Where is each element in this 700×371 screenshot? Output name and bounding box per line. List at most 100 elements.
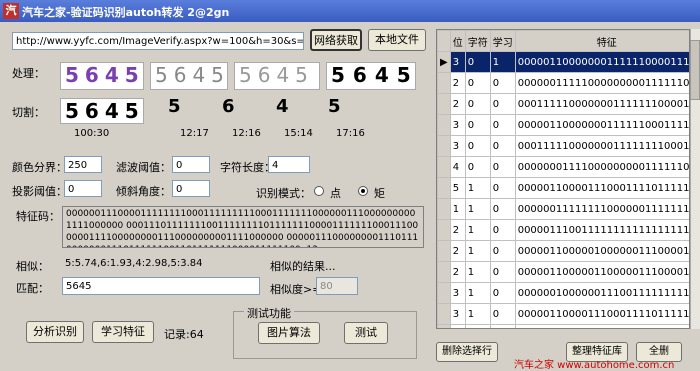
table-cell: 1 — [449, 198, 466, 220]
table-cell: 1 — [464, 324, 491, 328]
row-indicator: ▶ — [437, 51, 451, 73]
segment-2: 6 — [222, 96, 235, 117]
local-file-button[interactable]: 本地文件 — [368, 29, 426, 51]
table-cell: 1 — [464, 198, 491, 220]
filter-thresh-label: 滤波阈值： — [116, 161, 171, 174]
table-cell: 0 — [489, 324, 516, 328]
table-cell: 2 — [449, 219, 466, 241]
table-cell: 2 — [449, 261, 466, 283]
cut-label: 切割： — [12, 106, 45, 119]
learn-button[interactable]: 学习特征 — [92, 321, 154, 343]
table-row[interactable]: 2 1 0 0000011000001100000111000011 — [437, 261, 689, 283]
table-row[interactable]: 3 1 0 0000001000000111001111111111 — [437, 282, 689, 304]
table-cell: 3 — [449, 135, 466, 157]
grid-header-1[interactable]: 位 — [449, 30, 466, 52]
row-indicator — [437, 261, 451, 283]
table-row[interactable]: 1 1 0 0000001111111100000011111111 — [437, 198, 689, 220]
table-cell: 3 — [449, 51, 466, 73]
feature-grid[interactable]: 位字符 学习 特征 ▶ 3 0 1 0000011000000011111100001111… — [436, 29, 690, 329]
table-row[interactable]: 3 0 0 0001111100000001111111100011 — [437, 135, 689, 157]
table-cell: 0 — [464, 156, 491, 178]
table-row[interactable]: 5 1 0 0000011000011100011110111111 — [437, 177, 689, 199]
segment-1: 5 — [168, 96, 181, 117]
table-cell: 0000011000011100011110111111 — [514, 177, 689, 199]
row-indicator — [437, 282, 451, 304]
table-cell: 1 — [489, 51, 516, 73]
time-4: 17:16 — [336, 128, 365, 139]
char-len-input[interactable]: 4 — [268, 156, 310, 173]
table-cell: 1 — [464, 177, 491, 199]
table-cell: 3 — [449, 114, 466, 136]
test-button[interactable]: 测试 — [344, 322, 388, 344]
process-label: 处理： — [12, 67, 45, 80]
net-fetch-button[interactable]: 网络获取 — [310, 29, 362, 51]
table-row[interactable]: ▶ 3 0 1 0000011000000011111100001111 — [437, 51, 689, 73]
records-count: 记录:64 — [164, 328, 204, 341]
table-cell: 1 — [464, 261, 491, 283]
grid-header-2[interactable]: 字符 — [464, 30, 491, 52]
time-2: 12:16 — [232, 128, 261, 139]
color-thresh-input[interactable]: 250 — [64, 156, 102, 173]
table-cell: 0 — [489, 219, 516, 241]
table-row[interactable]: 3 0 0 0000011000000011111100011111 — [437, 114, 689, 136]
table-cell: 0 — [464, 114, 491, 136]
table-cell: 0000011000000011111100001111 — [514, 51, 689, 73]
table-cell: 5 — [449, 177, 466, 199]
table-cell: 3 — [449, 303, 466, 325]
table-row[interactable]: 2 0 0 0001111100000001111111000011 — [437, 93, 689, 115]
similar-result-label: 相似的结果... — [270, 260, 336, 273]
title-bar: 汽 汽车之家-验证码识别autoh转发 2@2gn — [0, 0, 700, 22]
table-row[interactable]: 2 0 0 0000001111100000000011111100 — [437, 72, 689, 94]
table-cell: 0 — [489, 93, 516, 115]
captcha-gray-2: 5645 — [234, 62, 320, 90]
captcha-gray-1: 5645 — [150, 62, 228, 90]
table-cell: 0000001111100000000011111100 — [514, 72, 689, 94]
grid-scroll-thumb[interactable] — [690, 40, 700, 100]
table-row[interactable]: 3100001100000001100000011110000 — [437, 324, 689, 328]
table-row[interactable]: 2 1 0 0000011000001000000111000011 — [437, 240, 689, 262]
table-cell: 0 — [489, 156, 516, 178]
grid-header-4[interactable]: 特征 — [514, 30, 689, 52]
table-cell: 0 — [489, 114, 516, 136]
table-cell: 0000011000001100000111000011 — [514, 261, 689, 283]
row-indicator — [437, 324, 451, 328]
similarity-ge-input[interactable]: 80 — [316, 277, 358, 295]
similar-label: 相似： — [16, 260, 49, 273]
row-indicator — [437, 135, 451, 157]
row-indicator — [437, 198, 451, 220]
tilt-input[interactable]: 0 — [172, 180, 210, 197]
mode-dot-radio[interactable] — [314, 186, 324, 196]
filter-thresh-input[interactable]: 0 — [172, 156, 210, 173]
captcha-cut: 5645 — [60, 98, 144, 124]
mode-label: 识别模式： — [256, 187, 311, 200]
mode-rect-radio[interactable] — [358, 186, 368, 196]
mode-rect-label: 矩 — [374, 187, 385, 200]
time-0: 100:30 — [74, 128, 110, 139]
color-thresh-label: 颜色分界： — [12, 161, 67, 174]
table-cell: 0 — [464, 72, 491, 94]
table-cell: 0000011100111111111111111111 — [514, 219, 689, 241]
captcha-original: 5645 — [60, 62, 144, 90]
table-row[interactable]: 4 0 0 0000000111100000000011111100 — [437, 156, 689, 178]
row-indicator — [437, 177, 451, 199]
proj-thresh-input[interactable]: 0 — [64, 180, 102, 197]
grid-header-0[interactable] — [437, 30, 451, 52]
table-row[interactable]: 3 1 0 0000011000011100011110111111 — [437, 303, 689, 325]
segment-4: 5 — [328, 96, 341, 117]
grid-header-3[interactable]: 学习 — [489, 30, 516, 52]
table-cell: 0 — [489, 303, 516, 325]
table-cell: 3 — [449, 324, 466, 328]
match-input[interactable]: 5645 — [62, 277, 260, 295]
char-len-label: 字符长度： — [220, 161, 275, 174]
feature-code-field[interactable]: 0000001110000111111110001111111110001111… — [62, 206, 424, 248]
tilt-label: 倾斜角度： — [116, 185, 171, 198]
row-indicator — [437, 240, 451, 262]
table-cell: 2 — [449, 240, 466, 262]
table-row[interactable]: 2 1 0 0000011100111111111111111111 — [437, 219, 689, 241]
delete-row-button[interactable]: 删除选择行 — [436, 342, 498, 362]
table-cell: 0 — [464, 51, 491, 73]
image-algo-button[interactable]: 图片算法 — [258, 322, 320, 344]
analyze-button[interactable]: 分析识别 — [26, 321, 84, 343]
window-title: 汽车之家-验证码识别autoh转发 2@2gn — [22, 6, 230, 19]
url-input[interactable]: http://www.yyfc.com/ImageVerify.aspx?w=1… — [12, 32, 304, 50]
